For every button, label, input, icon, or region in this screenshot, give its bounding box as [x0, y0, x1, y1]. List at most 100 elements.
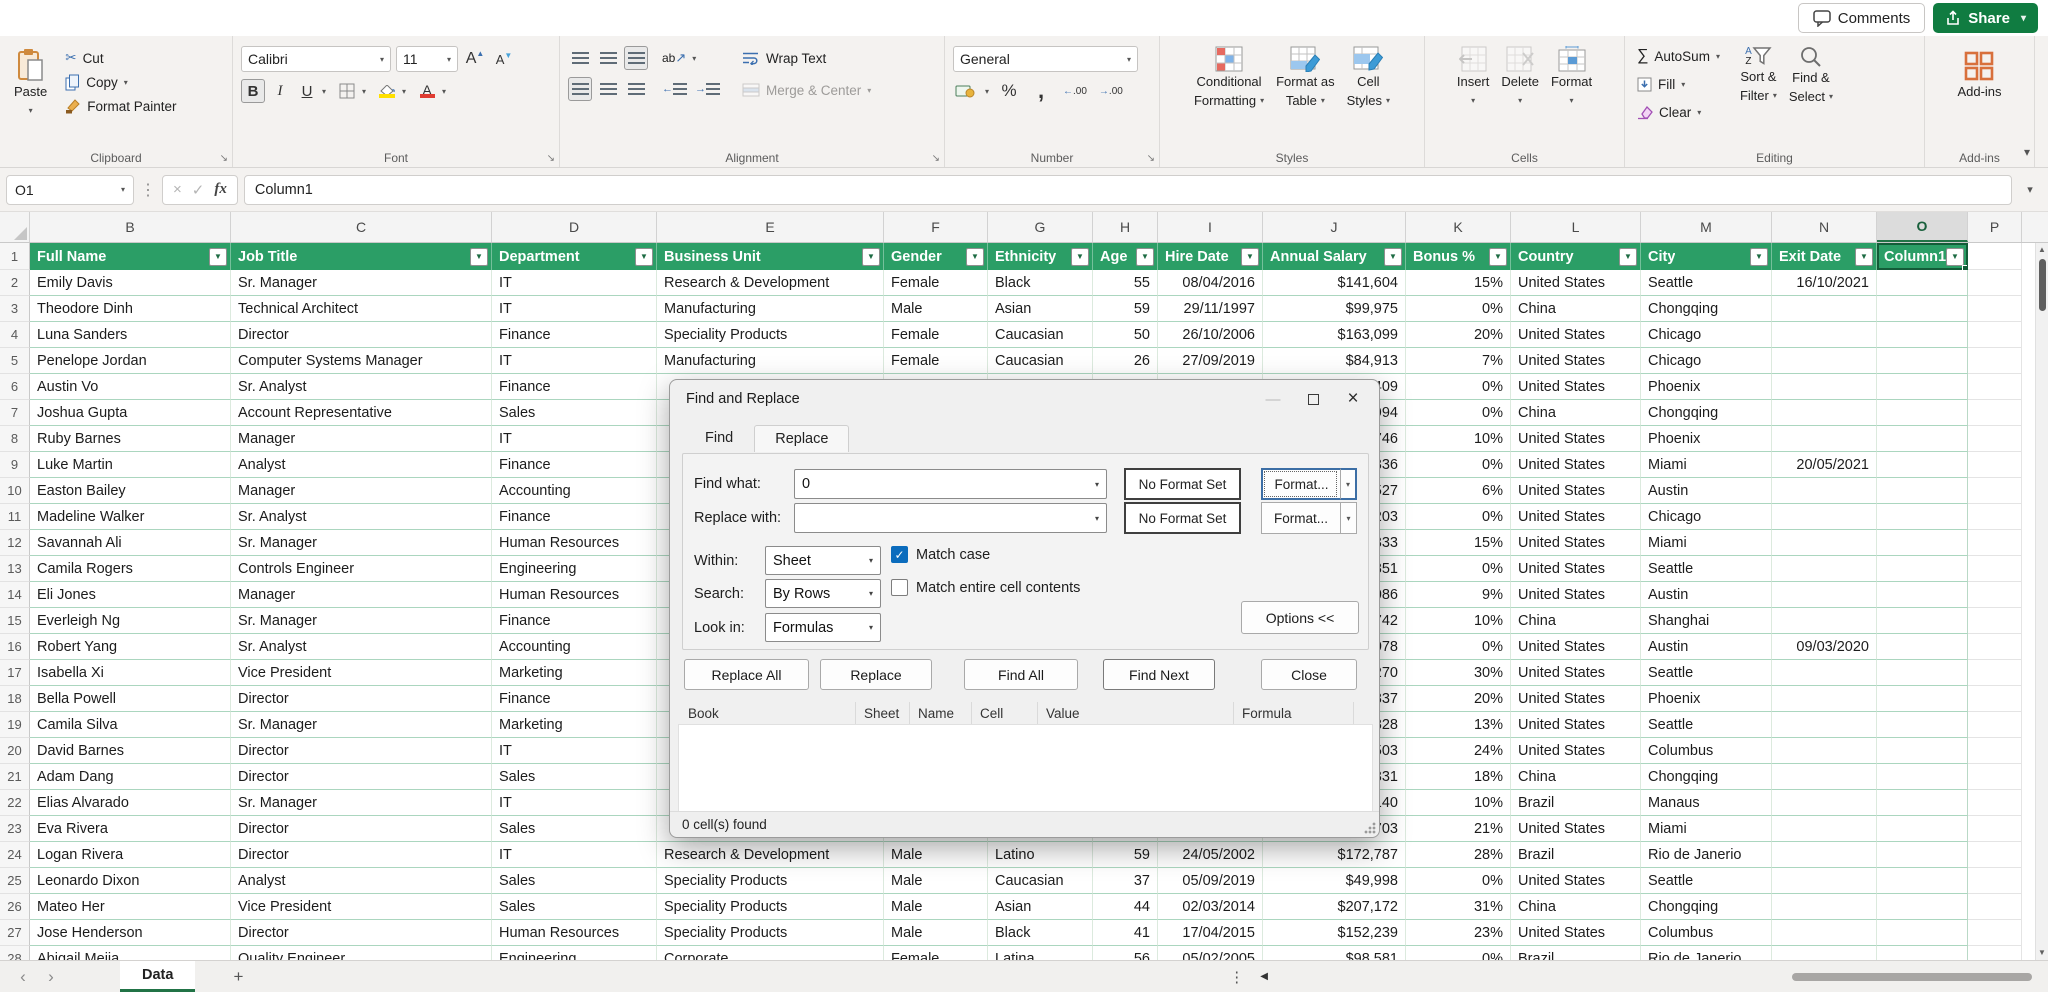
cell-dept[interactable]: Finance	[492, 686, 657, 712]
cell-e[interactable]: Asian	[988, 894, 1093, 920]
middle-align-button[interactable]	[596, 46, 620, 70]
cell-bu[interactable]: Research & Development	[657, 270, 884, 296]
paste-chevron-icon[interactable]: ▾	[29, 103, 33, 119]
cut-button[interactable]: ✂Cut	[61, 46, 180, 70]
cell-ci[interactable]: Seattle	[1641, 270, 1772, 296]
cell-ex[interactable]: 20/05/2021	[1772, 452, 1877, 478]
row-header-11[interactable]: 11	[0, 504, 30, 530]
filter-button[interactable]: ▼	[635, 248, 653, 266]
cell-dept[interactable]: Sales	[492, 400, 657, 426]
column-header-N[interactable]: N	[1772, 212, 1877, 242]
cell-dept[interactable]: Human Resources	[492, 582, 657, 608]
header-cell-age[interactable]: Age▼	[1093, 243, 1158, 270]
header-cell-business-unit[interactable]: Business Unit▼	[657, 243, 884, 270]
column-header-D[interactable]: D	[492, 212, 657, 242]
cell-ci[interactable]: Seattle	[1641, 868, 1772, 894]
cell-sal[interactable]: $98,581	[1263, 946, 1406, 960]
cell-dept[interactable]: Sales	[492, 894, 657, 920]
number-format-combo[interactable]: General▾	[953, 46, 1138, 72]
cell-ex[interactable]	[1772, 920, 1877, 946]
replace-all-button[interactable]: Replace All	[684, 659, 809, 690]
cell-name[interactable]: Penelope Jordan	[30, 348, 231, 374]
cell-ci[interactable]: Chongqing	[1641, 400, 1772, 426]
fill-color-chevron-icon[interactable]: ▾	[402, 87, 406, 96]
cell-job[interactable]: Analyst	[231, 452, 492, 478]
cell-o[interactable]	[1877, 426, 1968, 452]
cell-g[interactable]: Female	[884, 322, 988, 348]
cell-g[interactable]: Male	[884, 842, 988, 868]
results-column-name[interactable]: Name	[910, 702, 972, 724]
format-painter-button[interactable]: Format Painter	[61, 94, 180, 118]
filter-button[interactable]: ▼	[1384, 248, 1402, 266]
cell-hd[interactable]: 29/11/1997	[1158, 296, 1263, 322]
cell-bu[interactable]: Corporate	[657, 946, 884, 960]
cell-ci[interactable]: Chongqing	[1641, 764, 1772, 790]
cell-name[interactable]: Madeline Walker	[30, 504, 231, 530]
cell-bon[interactable]: 0%	[1406, 946, 1511, 960]
cell-name[interactable]: Eva Rivera	[30, 816, 231, 842]
cell-job[interactable]: Manager	[231, 582, 492, 608]
cell-ex[interactable]	[1772, 686, 1877, 712]
row-header-6[interactable]: 6	[0, 374, 30, 400]
cell-ex[interactable]	[1772, 738, 1877, 764]
cell-name[interactable]: Mateo Her	[30, 894, 231, 920]
underline-chevron-icon[interactable]: ▾	[322, 87, 326, 96]
cell-ex[interactable]	[1772, 764, 1877, 790]
align-center-button[interactable]	[596, 77, 620, 101]
cell-job[interactable]: Director	[231, 842, 492, 868]
cell-ci[interactable]: Manaus	[1641, 790, 1772, 816]
results-column-book[interactable]: Book	[680, 702, 856, 724]
cell-bon[interactable]: 15%	[1406, 270, 1511, 296]
column-header-K[interactable]: K	[1406, 212, 1511, 242]
cell-hd[interactable]: 05/09/2019	[1158, 868, 1263, 894]
cell-co[interactable]: United States	[1511, 660, 1641, 686]
cell-sal[interactable]: $84,913	[1263, 348, 1406, 374]
copy-chevron-icon[interactable]: ▾	[124, 78, 128, 87]
cell-name[interactable]: Isabella Xi	[30, 660, 231, 686]
cell-bu[interactable]: Manufacturing	[657, 348, 884, 374]
filter-button[interactable]: ▼	[1946, 248, 1964, 266]
cell-ex[interactable]	[1772, 400, 1877, 426]
row-header-10[interactable]: 10	[0, 478, 30, 504]
delete-cells-button[interactable]: Delete ▾	[1495, 44, 1545, 111]
cell-job[interactable]: Account Representative	[231, 400, 492, 426]
filter-button[interactable]: ▼	[966, 248, 984, 266]
results-column-sheet[interactable]: Sheet	[856, 702, 910, 724]
cell-o[interactable]	[1877, 556, 1968, 582]
cell-o[interactable]	[1877, 712, 1968, 738]
font-size-combo[interactable]: 11▾	[396, 46, 458, 72]
column-header-B[interactable]: B	[30, 212, 231, 242]
find-all-button[interactable]: Find All	[964, 659, 1078, 690]
cell-p[interactable]	[1968, 634, 2022, 660]
cell-bu[interactable]: Speciality Products	[657, 322, 884, 348]
cell-bon[interactable]: 10%	[1406, 426, 1511, 452]
cell-ci[interactable]: Seattle	[1641, 660, 1772, 686]
cell-o[interactable]	[1877, 634, 1968, 660]
cell-ex[interactable]	[1772, 478, 1877, 504]
cell-e[interactable]: Black	[988, 270, 1093, 296]
italic-button[interactable]: I	[268, 79, 292, 103]
cell-ex[interactable]	[1772, 296, 1877, 322]
cell-job[interactable]: Sr. Manager	[231, 608, 492, 634]
cell-o[interactable]	[1877, 686, 1968, 712]
cell-ci[interactable]: Seattle	[1641, 712, 1772, 738]
cell-co[interactable]: United States	[1511, 374, 1641, 400]
cell-dept[interactable]: Sales	[492, 868, 657, 894]
cell-bon[interactable]: 0%	[1406, 634, 1511, 660]
column-header-J[interactable]: J	[1263, 212, 1406, 242]
bottom-align-button[interactable]	[624, 46, 648, 70]
format-as-table-button[interactable]: Format as Table▾	[1270, 44, 1341, 111]
font-dialog-launcher[interactable]: ↘	[547, 153, 555, 164]
decrease-indent-button[interactable]: ←	[660, 77, 689, 101]
cell-name[interactable]: Joshua Gupta	[30, 400, 231, 426]
cell-o[interactable]	[1877, 530, 1968, 556]
cell-dept[interactable]: Accounting	[492, 634, 657, 660]
cell-job[interactable]: Sr. Manager	[231, 712, 492, 738]
cell-co[interactable]: United States	[1511, 816, 1641, 842]
cell-co[interactable]: China	[1511, 894, 1641, 920]
cell-job[interactable]: Sr. Manager	[231, 790, 492, 816]
cell-co[interactable]: China	[1511, 608, 1641, 634]
cell-o[interactable]	[1877, 764, 1968, 790]
cell-ci[interactable]: Chicago	[1641, 322, 1772, 348]
column-header-P[interactable]: P	[1968, 212, 2022, 242]
